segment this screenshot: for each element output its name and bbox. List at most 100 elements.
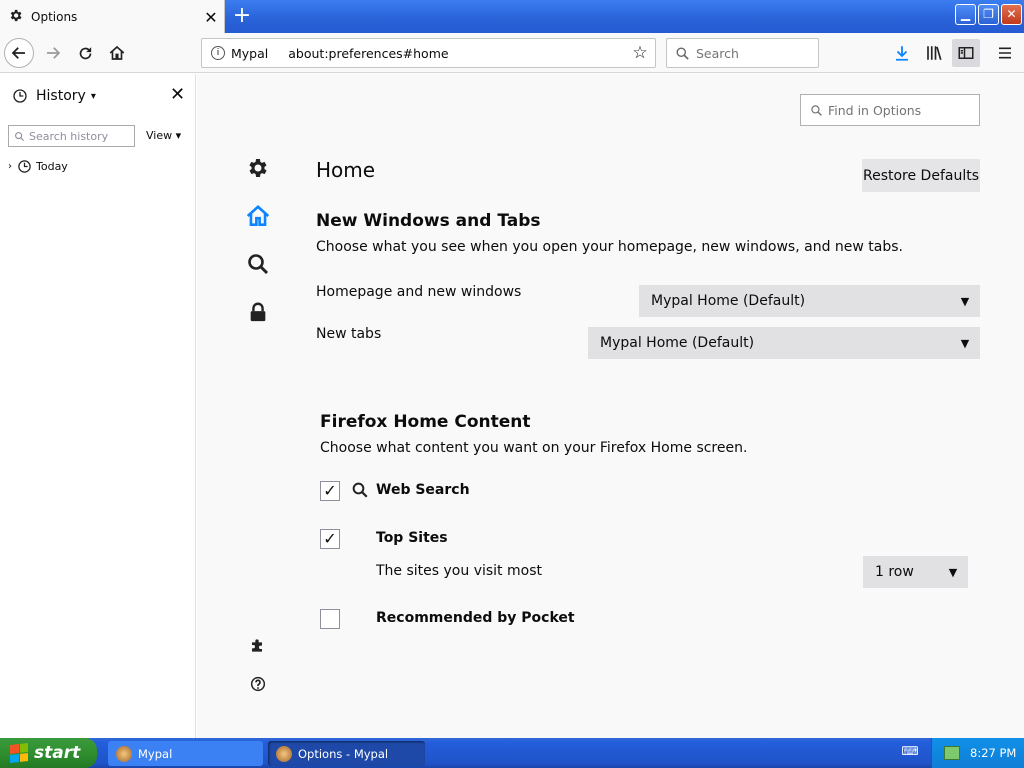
clock-icon	[18, 160, 31, 173]
back-button[interactable]	[4, 38, 34, 68]
sidebar-title: History	[36, 88, 86, 104]
window-close-button[interactable]: ✕	[1001, 4, 1022, 25]
taskbar-item-mypal[interactable]: Mypal	[108, 741, 263, 766]
category-privacy[interactable]	[245, 299, 271, 325]
history-search-input[interactable]: Search history	[8, 125, 135, 147]
top-sites-label: Top Sites	[376, 530, 448, 546]
preferences-pane: Find in Options Home Restore Defaults Ne…	[197, 74, 1024, 738]
chevron-down-icon: ▼	[960, 336, 970, 350]
extensions-themes-link[interactable]	[245, 632, 271, 658]
chevron-down-icon: ▼	[960, 294, 970, 308]
new-tabs-label: New tabs	[316, 326, 382, 342]
history-sidebar: History ▾ ✕ Search history View ▾ › Toda…	[0, 74, 196, 738]
category-home[interactable]	[245, 203, 271, 229]
home-icon	[246, 205, 270, 226]
taskbar-item-label: Mypal	[138, 746, 173, 761]
windows-logo-icon	[10, 743, 28, 763]
chevron-down-icon: ▼	[948, 565, 958, 579]
new-tab-button[interactable]: +	[231, 4, 253, 28]
view-menu-button[interactable]: View ▾	[146, 129, 181, 142]
identity-label: Mypal	[231, 45, 269, 61]
chevron-down-icon: ▾	[172, 129, 182, 142]
tab-title: Options	[31, 10, 78, 24]
system-tray: 8:27 PM	[931, 738, 1024, 768]
section-title-home-content: Firefox Home Content	[320, 412, 531, 432]
search-icon	[676, 47, 689, 60]
home-button[interactable]	[102, 38, 132, 68]
start-button[interactable]: start	[0, 738, 97, 768]
navigation-toolbar: i Mypal about:preferences#home ☆ Search	[0, 33, 1024, 73]
search-icon	[351, 481, 369, 503]
history-search-placeholder: Search history	[29, 129, 109, 143]
tab-options[interactable]: Options ✕	[0, 0, 225, 34]
reload-button[interactable]	[70, 38, 100, 68]
sidebar-toggle-button[interactable]	[952, 39, 980, 67]
homepage-select[interactable]: Mypal Home (Default) ▼	[639, 285, 980, 317]
view-label: View	[146, 129, 173, 142]
bookmark-star-icon[interactable]: ☆	[625, 43, 655, 63]
start-label: start	[34, 743, 81, 763]
history-group-today[interactable]: › Today	[8, 159, 68, 174]
gear-icon	[8, 8, 23, 27]
network-icon[interactable]	[944, 746, 960, 760]
sidebar-close-icon[interactable]: ✕	[170, 86, 185, 104]
pocket-label: Recommended by Pocket	[376, 610, 575, 626]
search-input[interactable]: Search	[666, 38, 819, 68]
new-tabs-select[interactable]: Mypal Home (Default) ▼	[588, 327, 980, 359]
sidebar-icon	[958, 47, 974, 59]
section-description-new-windows: Choose what you see when you open your h…	[316, 239, 904, 255]
top-sites-description: The sites you visit most	[376, 563, 542, 579]
sidebar-switcher[interactable]: History ▾	[12, 86, 188, 106]
search-icon	[248, 254, 269, 275]
support-link[interactable]	[245, 671, 271, 697]
window-minimize-button[interactable]: ▁	[955, 4, 976, 25]
hamburger-icon	[999, 47, 1011, 59]
window-restore-button[interactable]: ❐	[978, 4, 999, 25]
page-title: Home	[316, 158, 376, 182]
top-sites-checkbox[interactable]: ✓	[320, 529, 340, 549]
lock-icon	[250, 302, 266, 322]
pocket-checkbox[interactable]	[320, 609, 340, 629]
rows-select-value: 1 row	[875, 564, 914, 580]
section-title-new-windows: New Windows and Tabs	[316, 211, 541, 231]
search-icon	[811, 104, 822, 116]
find-in-options-input[interactable]: Find in Options	[800, 94, 980, 126]
arrow-left-icon	[11, 47, 25, 59]
reload-icon	[79, 46, 91, 59]
top-sites-rows-select[interactable]: 1 row ▼	[863, 556, 968, 588]
tab-close-icon[interactable]: ✕	[198, 8, 224, 27]
puzzle-icon	[252, 639, 262, 652]
taskbar-item-options[interactable]: Options - Mypal	[268, 741, 425, 766]
url-text[interactable]: about:preferences#home	[288, 46, 625, 61]
downloads-button[interactable]	[888, 39, 916, 67]
chevron-down-icon: ▾	[90, 90, 96, 102]
forward-button[interactable]	[38, 38, 68, 68]
taskbar-item-label: Options - Mypal	[298, 746, 389, 761]
restore-defaults-button[interactable]: Restore Defaults	[862, 159, 980, 192]
home-icon	[109, 45, 125, 60]
history-group-label: Today	[36, 160, 68, 173]
library-icon	[927, 46, 942, 60]
menu-button[interactable]	[991, 39, 1019, 67]
twisty-icon[interactable]: ›	[8, 161, 12, 172]
taskbar: start Mypal Options - Mypal ⌨ 8:27 PM	[0, 738, 1024, 768]
homepage-select-value: Mypal Home (Default)	[651, 293, 806, 309]
info-icon[interactable]: i	[211, 46, 225, 60]
library-button[interactable]	[920, 39, 948, 67]
gear-icon	[249, 159, 267, 177]
web-search-checkbox[interactable]: ✓	[320, 481, 340, 501]
download-icon	[896, 46, 908, 61]
tab-strip: Options ✕ + ▁ ❐ ✕	[0, 0, 1024, 34]
homepage-label: Homepage and new windows	[316, 284, 522, 300]
category-general[interactable]	[245, 155, 271, 181]
help-icon	[250, 676, 266, 692]
mypal-app-icon	[116, 745, 132, 762]
clock: 8:27 PM	[970, 746, 1017, 760]
url-bar[interactable]: i Mypal about:preferences#home ☆	[201, 38, 656, 68]
mypal-app-icon	[276, 745, 292, 762]
category-search[interactable]	[245, 251, 271, 277]
clock-icon	[13, 89, 27, 103]
keyboard-icon[interactable]: ⌨	[900, 744, 920, 762]
new-tabs-select-value: Mypal Home (Default)	[600, 335, 755, 351]
arrow-right-icon	[47, 47, 61, 59]
